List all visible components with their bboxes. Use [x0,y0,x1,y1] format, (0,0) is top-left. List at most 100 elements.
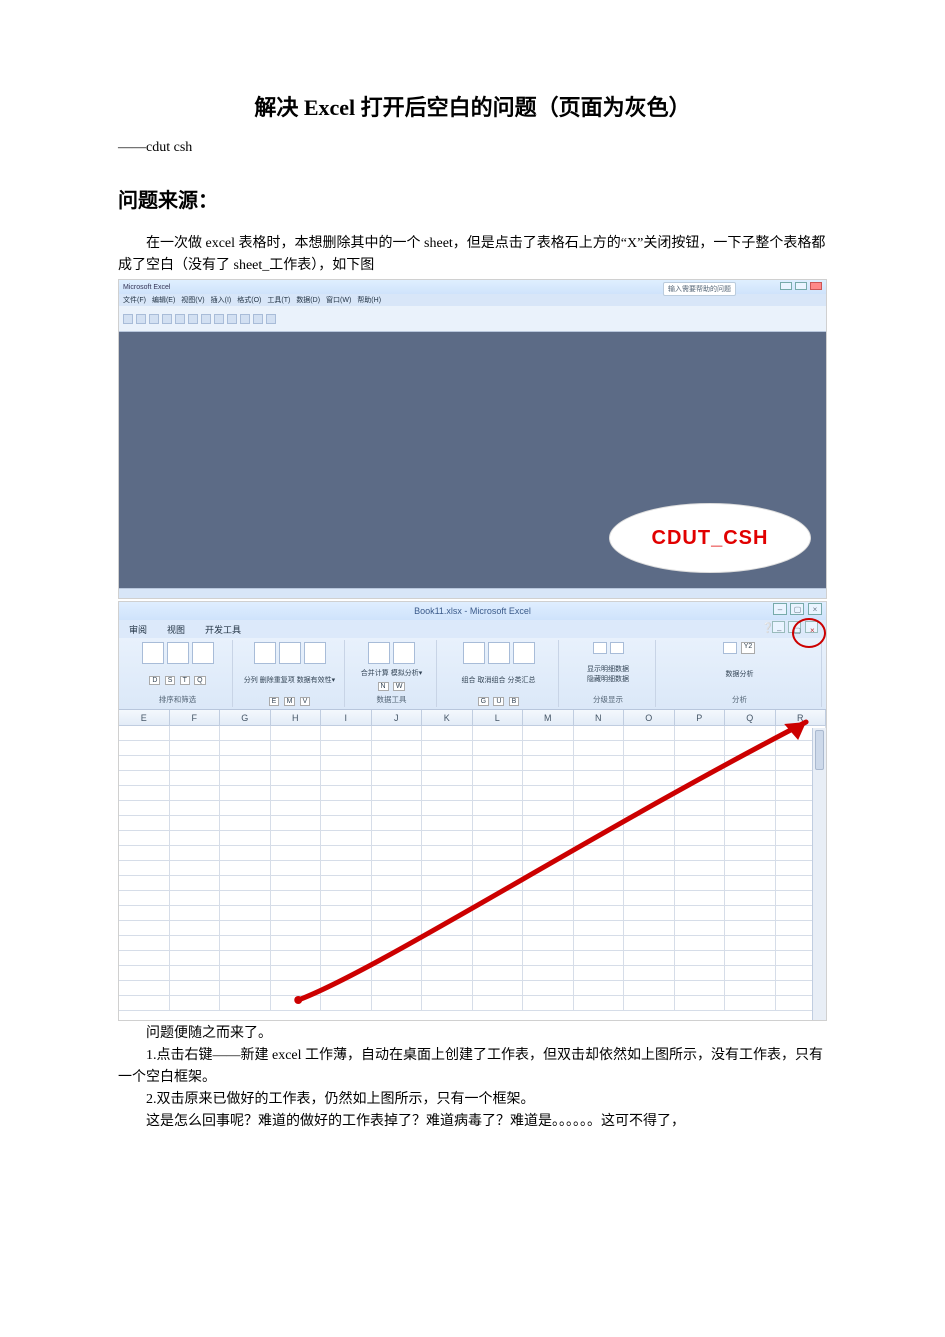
table-row[interactable] [119,936,826,951]
doc-restore-icon[interactable]: ▢ [788,621,801,633]
doc-minimize-icon[interactable]: – [772,621,785,633]
remove-duplicates-icon[interactable] [279,642,301,664]
filter-icon[interactable] [192,642,214,664]
table-row[interactable] [119,846,826,861]
table-row[interactable] [119,801,826,816]
minimize-icon[interactable] [780,282,792,290]
tab-review[interactable]: 审阅 [125,620,151,638]
hide-detail-icon[interactable] [610,642,624,654]
menu-item[interactable]: 工具(T) [267,295,290,305]
doc-close-icon[interactable]: × [805,621,818,633]
help-search-input[interactable]: 输入需要帮助的问题 [663,282,736,296]
table-row[interactable] [119,951,826,966]
follow-line-3: 2.双击原来已做好的工作表，仍然如上图所示，只有一个框架。 [118,1089,827,1111]
toolbar-button[interactable] [240,314,250,324]
minimize-icon[interactable]: – [773,603,787,615]
toolbar-button[interactable] [175,314,185,324]
table-row[interactable] [119,756,826,771]
figure-blank-excel: Microsoft Excel 文件(F) 编辑(E) 视图(V) 插入(I) … [118,279,827,599]
col-header[interactable]: L [473,710,524,725]
table-row[interactable] [119,876,826,891]
table-row[interactable] [119,906,826,921]
table-row[interactable] [119,921,826,936]
tab-developer[interactable]: 开发工具 [201,620,245,638]
col-header[interactable]: G [220,710,271,725]
close-icon[interactable]: × [808,603,822,615]
follow-line-2: 1.点击右键——新建 excel 工作薄，自动在桌面上创建了工作表，但双击却依然… [118,1045,827,1089]
toolbar-button[interactable] [123,314,133,324]
consolidate-icon[interactable] [368,642,390,664]
table-row[interactable] [119,861,826,876]
ribbon-group-label: 排序和筛选 [159,694,197,705]
toolbar-button[interactable] [214,314,224,324]
close-icon[interactable] [810,282,822,290]
window-title-text: Book11.xlsx - Microsoft Excel [414,606,531,616]
ribbon-group-datatools2: 合并计算 模拟分析▾ N W 数据工具 [347,640,437,707]
keytip: B [509,697,520,706]
sort-desc-icon[interactable] [167,642,189,664]
ribbon-tabs: 审阅 视图 开发工具 ❔ – ▢ × [119,620,826,638]
col-header[interactable]: F [170,710,221,725]
menu-item[interactable]: 插入(I) [211,295,232,305]
col-header[interactable]: E [119,710,170,725]
menu-item[interactable]: 窗口(W) [326,295,351,305]
col-header[interactable]: Q [725,710,776,725]
table-row[interactable] [119,981,826,996]
table-row[interactable] [119,741,826,756]
table-row[interactable] [119,726,826,741]
menu-item[interactable]: 视图(V) [181,295,204,305]
col-header[interactable]: P [675,710,726,725]
show-detail-icon[interactable] [593,642,607,654]
ungroup-icon[interactable] [488,642,510,664]
subtotal-icon[interactable] [513,642,535,664]
btn-label: 显示明细数据 [587,666,629,673]
table-row[interactable] [119,816,826,831]
table-row[interactable] [119,966,826,981]
toolbar-button[interactable] [201,314,211,324]
table-row[interactable] [119,771,826,786]
worksheet-area[interactable]: E F G H I J K L M N O P Q R [119,710,826,1006]
toolbar-button[interactable] [266,314,276,324]
col-header[interactable]: J [372,710,423,725]
col-header[interactable]: I [321,710,372,725]
watermark-label: CDUT_CSH [610,504,810,572]
group-icon[interactable] [463,642,485,664]
restore-icon[interactable]: ▢ [790,603,804,615]
col-header[interactable]: R [776,710,827,725]
page-title: 解决 Excel 打开后空白的问题（页面为灰色） [118,90,827,122]
data-analysis-icon[interactable] [723,642,737,654]
text-to-columns-icon[interactable] [254,642,276,664]
menu-item[interactable]: 编辑(E) [152,295,175,305]
table-row[interactable] [119,831,826,846]
grid-rows[interactable] [119,726,826,1006]
menu-item[interactable]: 文件(F) [123,295,146,305]
toolbar-button[interactable] [149,314,159,324]
col-header[interactable]: H [271,710,322,725]
scrollbar-thumb[interactable] [815,730,824,770]
menu-item[interactable]: 格式(O) [237,295,261,305]
sort-asc-icon[interactable] [142,642,164,664]
data-validation-icon[interactable] [304,642,326,664]
col-header[interactable]: O [624,710,675,725]
col-header[interactable]: N [574,710,625,725]
menu-item[interactable]: 数据(D) [296,295,320,305]
toolbar-button[interactable] [227,314,237,324]
toolbar-button[interactable] [136,314,146,324]
excel-app-name: Microsoft Excel [123,284,170,291]
keytip: Y2 [741,642,756,654]
ribbon-group-analysis: Y2 数据分析 分析 [658,640,822,707]
ribbon-bar: D S T Q 排序和筛选 分列 删除重复项 数据有效性▾ E M V [119,638,826,710]
col-header[interactable]: M [523,710,574,725]
tab-view[interactable]: 视图 [163,620,189,638]
col-header[interactable]: K [422,710,473,725]
toolbar-button[interactable] [162,314,172,324]
maximize-icon[interactable] [795,282,807,290]
menu-item[interactable]: 帮助(H) [357,295,381,305]
toolbar-button[interactable] [188,314,198,324]
table-row[interactable] [119,786,826,801]
vertical-scrollbar[interactable] [812,728,826,1020]
table-row[interactable] [119,996,826,1011]
table-row[interactable] [119,891,826,906]
whatif-icon[interactable] [393,642,415,664]
toolbar-button[interactable] [253,314,263,324]
